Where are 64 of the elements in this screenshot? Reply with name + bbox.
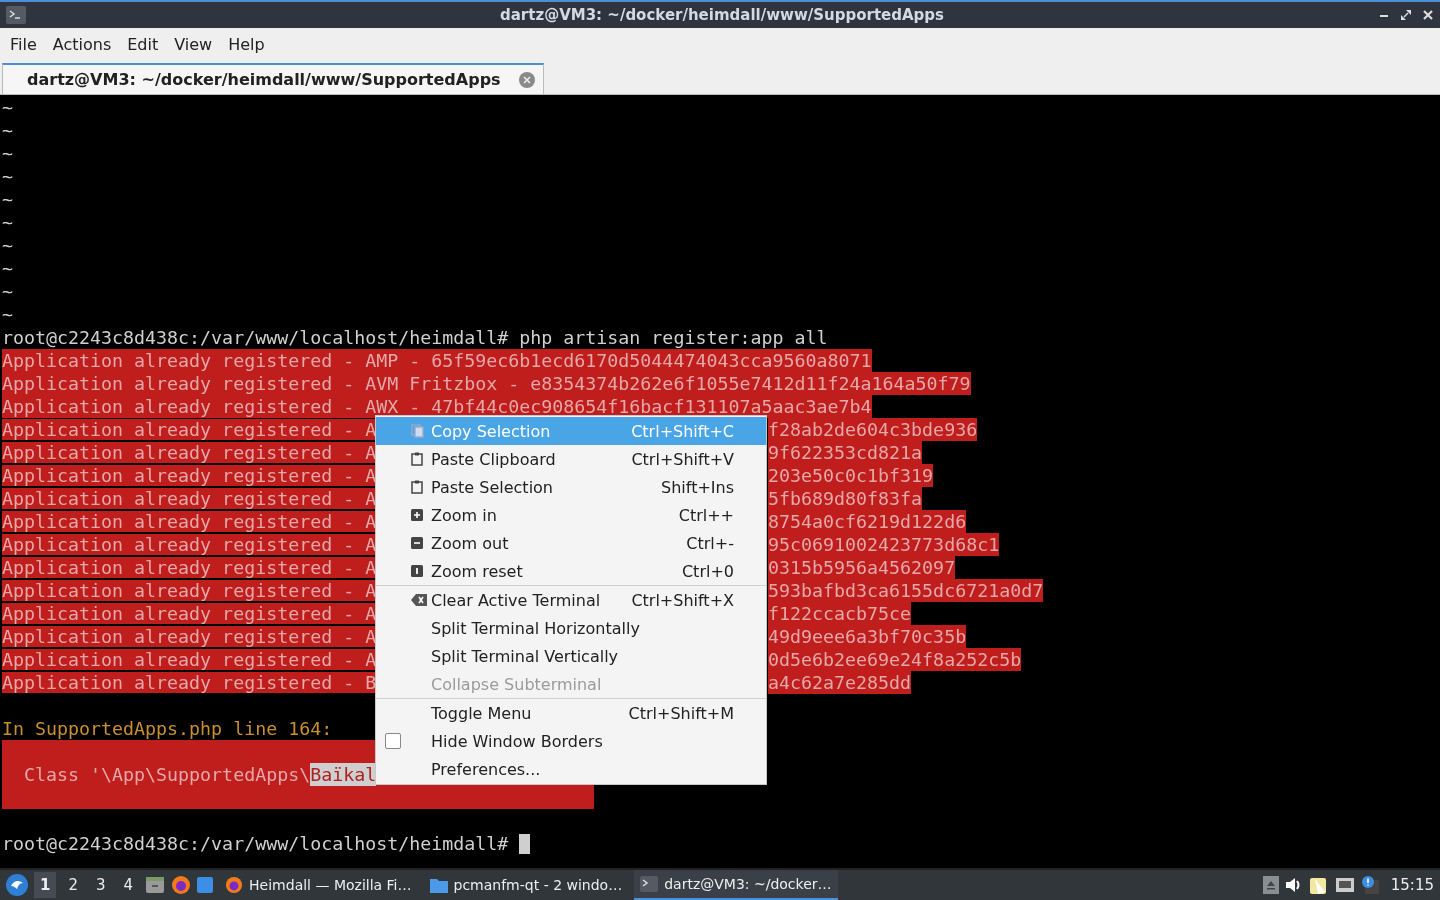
menu-item[interactable]: File bbox=[2, 34, 45, 54]
selected-text: Baïkal bbox=[310, 763, 377, 786]
window-icon[interactable] bbox=[197, 877, 214, 893]
menu-item[interactable]: Hide Window Borders bbox=[376, 727, 766, 755]
file-cabinet-icon[interactable] bbox=[145, 875, 166, 895]
tilde-marker: ~ bbox=[2, 303, 13, 326]
copy-icon bbox=[411, 424, 425, 438]
menu-item[interactable]: Split Terminal Horizontally bbox=[376, 614, 766, 642]
tilde-marker: ~ bbox=[2, 211, 13, 234]
tilde-marker: ~ bbox=[2, 96, 13, 119]
menu-item[interactable]: Preferences... bbox=[376, 755, 766, 783]
menu-item[interactable]: Zoom in Ctrl++ bbox=[376, 501, 766, 529]
menu-item[interactable]: Help bbox=[220, 34, 273, 54]
command-prompt: root@c2243c8d438c:/var/www/localhost/heimdall# bbox=[2, 832, 510, 855]
clipboard-icon bbox=[411, 480, 423, 494]
clipboard-icon bbox=[411, 452, 423, 466]
command-line: root@c2243c8d438c:/var/www/localhost/heimdall# php artisan register:app all bbox=[2, 326, 828, 349]
tilde-marker: ~ bbox=[2, 280, 13, 303]
menu-item[interactable]: Zoom out Ctrl+- bbox=[376, 529, 766, 557]
zoom-in-icon bbox=[411, 509, 423, 521]
network-icon[interactable] bbox=[1334, 876, 1355, 894]
desktop-switch[interactable]: 1 bbox=[34, 872, 57, 898]
backspace-icon bbox=[411, 594, 427, 606]
menu-item[interactable]: View bbox=[166, 34, 221, 54]
desktop-switch[interactable]: 2 bbox=[62, 872, 84, 898]
menu-item[interactable]: Split Terminal Vertically bbox=[376, 642, 766, 670]
menu-item[interactable]: Paste Selection Shift+Ins bbox=[376, 473, 766, 501]
folder-icon bbox=[429, 877, 448, 893]
terminal-tab[interactable]: dartz@VM3: ~/docker/heimdall/www/SupportedApps bbox=[2, 63, 544, 94]
taskbar-task[interactable]: Heimdall — Mozilla Fi… bbox=[219, 870, 418, 900]
notes-icon[interactable] bbox=[1308, 875, 1329, 895]
error-location: In SupportedApps.php line 164: bbox=[2, 717, 333, 740]
terminal-icon bbox=[640, 876, 659, 892]
menu-item[interactable]: Edit bbox=[119, 34, 167, 54]
menu-item[interactable]: Clear Active Terminal Ctrl+Shift+X bbox=[376, 586, 766, 614]
maximize-icon[interactable] bbox=[1400, 9, 1412, 21]
text-cursor bbox=[519, 834, 531, 854]
tilde-marker: ~ bbox=[2, 119, 13, 142]
menu-item[interactable]: Zoom reset Ctrl+0 bbox=[376, 557, 766, 585]
tilde-marker: ~ bbox=[2, 257, 13, 280]
taskbar-task[interactable]: pcmanfm-qt - 2 windo… bbox=[423, 870, 629, 900]
desktop-switch[interactable]: 4 bbox=[117, 872, 140, 898]
menu-item[interactable]: Actions bbox=[44, 34, 120, 54]
desktop-switch[interactable]: 3 bbox=[90, 872, 112, 898]
tilde-marker: ~ bbox=[2, 234, 13, 257]
clock: 15:15 bbox=[1390, 876, 1434, 894]
bird-logo-icon[interactable] bbox=[6, 874, 28, 896]
tilde-marker: ~ bbox=[2, 142, 13, 165]
menu-item[interactable]: Paste Clipboard Ctrl+Shift+V bbox=[376, 445, 766, 473]
terminal-icon bbox=[6, 6, 26, 24]
eject-icon[interactable] bbox=[1262, 876, 1279, 894]
browser-icon[interactable] bbox=[171, 875, 192, 895]
taskbar-task[interactable]: dartz@VM3: ~/docker… bbox=[634, 870, 838, 900]
browser-icon bbox=[225, 876, 244, 894]
tilde-marker: ~ bbox=[2, 165, 13, 188]
zoom-reset-icon bbox=[411, 565, 423, 577]
zoom-out-icon bbox=[411, 537, 423, 549]
tilde-marker: ~ bbox=[2, 188, 13, 211]
window-title: dartz@VM3: ~/docker/heimdall/www/SupportedApps bbox=[499, 6, 945, 24]
menu-item[interactable]: Toggle Menu Ctrl+Shift+M bbox=[376, 699, 766, 727]
close-icon[interactable] bbox=[1422, 9, 1434, 21]
checkbox[interactable] bbox=[385, 733, 401, 749]
notification-icon[interactable] bbox=[1360, 875, 1381, 895]
error-message: Class '\App\SupportedApps\ bbox=[23, 763, 311, 786]
